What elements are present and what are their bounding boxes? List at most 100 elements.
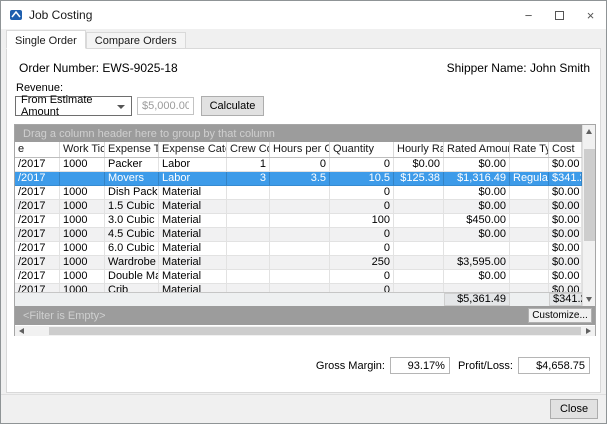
cell-rate-type: Regular: [510, 172, 549, 186]
shipper-name-text: Shipper Name: John Smith: [447, 61, 590, 75]
cell-crew-count: 3: [227, 172, 270, 186]
cell-hourly-rate: [394, 242, 444, 256]
horizontal-scrollbar[interactable]: [15, 326, 595, 336]
cell-hours-per-crew: 3.5: [270, 172, 330, 186]
totals-row: Gross Margin: Profit/Loss:: [316, 357, 590, 374]
cell-work-ticket: 1000: [60, 186, 105, 200]
column-header-rate-type[interactable]: Rate Type: [510, 142, 549, 157]
summary-cost: $341.25: [549, 293, 582, 306]
horizontal-scroll-thumb[interactable]: [49, 327, 581, 335]
cell-cost: $0.00: [549, 242, 582, 256]
table-row[interactable]: /201710001.5 Cubic FeetMaterial0$0.00$0.…: [15, 200, 582, 214]
customize-button[interactable]: Customize...: [528, 308, 592, 323]
single-order-panel: Order Number: EWS-9025-18 Shipper Name: …: [6, 48, 601, 393]
cell-expense-type: 3.0 Cubic Feet: [105, 214, 159, 228]
column-header-cost[interactable]: Cost: [549, 142, 582, 157]
cell-expense-category: Labor: [159, 158, 227, 172]
column-header-expense-category[interactable]: Expense Category: [159, 142, 227, 157]
filter-panel: <Filter is Empty> Customize...: [15, 306, 595, 325]
cell-date: /2017: [15, 200, 60, 214]
cell-expense-type: Crib: [105, 284, 159, 292]
scroll-left-icon[interactable]: [19, 328, 24, 334]
cell-date: /2017: [15, 242, 60, 256]
close-dialog-button[interactable]: Close: [550, 399, 598, 419]
scroll-up-icon[interactable]: [586, 129, 592, 134]
cell-crew-count: [227, 214, 270, 228]
column-header-work-ticket[interactable]: Work Ticket: [60, 142, 105, 157]
cell-expense-category: Material: [159, 256, 227, 270]
group-by-panel[interactable]: Drag a column header here to group by th…: [15, 125, 582, 142]
cell-expense-category: Material: [159, 270, 227, 284]
cell-cost: $0.00: [549, 158, 582, 172]
table-row[interactable]: /201710006.0 Cubic FeetMaterial0$0.00: [15, 242, 582, 256]
tab-single-order[interactable]: Single Order: [6, 30, 86, 49]
cell-date: /2017: [15, 270, 60, 284]
cell-expense-category: Material: [159, 214, 227, 228]
column-header-quantity[interactable]: Quantity: [330, 142, 394, 157]
cell-expense-type: 1.5 Cubic Feet: [105, 200, 159, 214]
cell-hourly-rate: $125.38: [394, 172, 444, 186]
scroll-right-icon[interactable]: [586, 328, 591, 334]
summary-rated-amount: $5,361.49: [444, 293, 510, 306]
column-header-expense-type[interactable]: Expense Type: [105, 142, 159, 157]
cell-rate-type: [510, 284, 549, 292]
cell-hourly-rate: $0.00: [394, 158, 444, 172]
cell-quantity: 0: [330, 186, 394, 200]
window-controls: − ×: [513, 1, 606, 29]
vertical-scrollbar[interactable]: [582, 125, 595, 306]
scroll-down-icon[interactable]: [586, 297, 592, 302]
window-title: Job Costing: [29, 8, 92, 22]
maximize-button[interactable]: [544, 1, 575, 29]
column-header-date[interactable]: e: [15, 142, 60, 157]
cell-quantity: 0: [330, 242, 394, 256]
cell-cost: $0.00: [549, 186, 582, 200]
cell-expense-category: Material: [159, 228, 227, 242]
cell-rated-amount: $0.00: [444, 270, 510, 284]
summary-empty-cell: [60, 293, 105, 306]
revenue-amount-field[interactable]: [137, 97, 194, 115]
table-row[interactable]: /20171000WardrobeMaterial250$3,595.00$0.…: [15, 256, 582, 270]
summary-empty-cell: [394, 293, 444, 306]
table-row[interactable]: /20171000CribMaterial0$0.00: [15, 284, 582, 292]
revenue-source-dropdown[interactable]: From Estimate Amount: [15, 96, 132, 116]
cell-hours-per-crew: [270, 270, 330, 284]
minimize-button[interactable]: −: [513, 1, 544, 29]
cell-quantity: 0: [330, 228, 394, 242]
profit-loss-field[interactable]: [518, 357, 590, 374]
cell-cost: $0.00: [549, 256, 582, 270]
cell-date: /2017: [15, 228, 60, 242]
table-row[interactable]: /20171000PackerLabor100$0.00$0.00$0.00: [15, 158, 582, 172]
column-header-crew-count[interactable]: Crew Count: [227, 142, 270, 157]
cell-rate-type: [510, 200, 549, 214]
cell-date: /2017: [15, 158, 60, 172]
close-button[interactable]: ×: [575, 1, 606, 29]
table-row[interactable]: /201710003.0 Cubic FeetMaterial100$450.0…: [15, 214, 582, 228]
summary-empty-cell: [510, 293, 549, 306]
summary-empty-cell: [270, 293, 330, 306]
gross-margin-field[interactable]: [390, 357, 450, 374]
cell-rated-amount: [444, 284, 510, 292]
title-bar: Job Costing − ×: [1, 1, 606, 29]
column-header-hourly-rate[interactable]: Hourly Rate: [394, 142, 444, 157]
job-costing-dialog: Job Costing − × Single Order Compare Ord…: [0, 0, 607, 424]
cell-hourly-rate: [394, 284, 444, 292]
cell-hourly-rate: [394, 200, 444, 214]
calculate-button[interactable]: Calculate: [201, 96, 264, 116]
table-row[interactable]: /2017MoversLabor33.510.5$125.38$1,316.49…: [15, 172, 582, 186]
cell-date: /2017: [15, 284, 60, 292]
cell-expense-category: Material: [159, 284, 227, 292]
tab-compare-orders[interactable]: Compare Orders: [86, 32, 186, 49]
column-header-rated-amount[interactable]: Rated Amount: [444, 142, 510, 157]
table-row[interactable]: /20171000Dish PackMaterial0$0.00$0.00: [15, 186, 582, 200]
table-row[interactable]: /201710004.5 Cubic FeetMaterial0$0.00$0.…: [15, 228, 582, 242]
vertical-scroll-thumb[interactable]: [584, 149, 595, 241]
cell-expense-type: Dish Pack: [105, 186, 159, 200]
cell-expense-category: Material: [159, 200, 227, 214]
footer-bar: Close: [1, 394, 606, 423]
profit-loss-label: Profit/Loss:: [458, 360, 513, 372]
column-header-hours-per-crew[interactable]: Hours per Crew: [270, 142, 330, 157]
table-row[interactable]: /20171000Double Matt.Material0$0.00$0.00: [15, 270, 582, 284]
cell-quantity: 0: [330, 284, 394, 292]
cell-quantity: 10.5: [330, 172, 394, 186]
cell-hours-per-crew: [270, 284, 330, 292]
